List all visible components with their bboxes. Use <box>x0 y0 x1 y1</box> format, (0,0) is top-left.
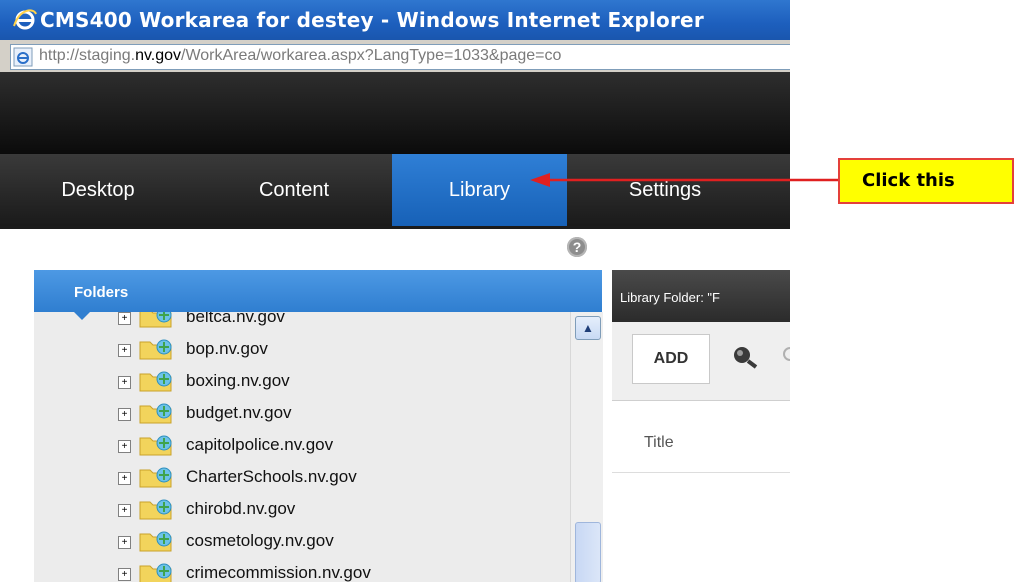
address-bar: http://staging.nv.gov/WorkArea/workarea.… <box>0 40 790 73</box>
title-column-header[interactable]: Title <box>612 400 790 473</box>
tree-item[interactable]: + boxing.nv.gov <box>34 366 570 398</box>
folder-icon <box>139 563 172 582</box>
folder-tree: + beltca.nv.gov + bop.nv.gov + boxing.nv… <box>34 312 570 582</box>
expand-icon[interactable]: + <box>118 504 131 517</box>
folder-icon <box>139 499 172 520</box>
expand-icon[interactable]: + <box>118 344 131 357</box>
library-folder-title: Library Folder: "F <box>620 290 720 305</box>
address-field[interactable]: http://staging.nv.gov/WorkArea/workarea.… <box>10 44 790 70</box>
expand-icon[interactable]: + <box>118 536 131 549</box>
expand-icon[interactable]: + <box>118 472 131 485</box>
ie-logo-icon <box>13 9 37 30</box>
folder-icon <box>139 467 172 488</box>
folder-icon <box>139 403 172 424</box>
tree-item[interactable]: + beltca.nv.gov <box>34 312 570 334</box>
browser-window: CMS400 Workarea for destey - Windows Int… <box>0 0 790 582</box>
expand-icon[interactable]: + <box>118 568 131 581</box>
folders-header: Folders <box>34 270 602 312</box>
expand-icon[interactable]: + <box>118 440 131 453</box>
help-icon[interactable]: ? <box>567 237 587 257</box>
folders-panel: Folders + beltca.nv.gov + bop.nv.gov + b… <box>34 270 603 582</box>
folder-icon <box>139 435 172 456</box>
folder-icon <box>139 531 172 552</box>
tab-content[interactable]: Content <box>196 154 392 226</box>
tree-item[interactable]: + cosmetology.nv.gov <box>34 526 570 558</box>
folder-scrollbar[interactable]: ▲ <box>570 312 603 582</box>
tab-desktop[interactable]: Desktop <box>0 154 196 226</box>
tree-item[interactable]: + crimecommission.nv.gov <box>34 558 570 582</box>
scroll-up-icon[interactable]: ▲ <box>575 316 601 340</box>
window-title: CMS400 Workarea for destey - Windows Int… <box>40 8 704 32</box>
tree-item[interactable]: + CharterSchools.nv.gov <box>34 462 570 494</box>
tree-item[interactable]: + bop.nv.gov <box>34 334 570 366</box>
folder-icon <box>139 312 172 328</box>
folder-icon <box>139 339 172 360</box>
tree-item[interactable]: + capitolpolice.nv.gov <box>34 430 570 462</box>
tool-icon[interactable] <box>782 346 790 366</box>
expand-icon[interactable]: + <box>118 312 131 325</box>
library-header: Library Folder: "F <box>612 270 790 322</box>
folder-icon <box>139 371 172 392</box>
annotation-callout: Click this <box>838 158 1014 204</box>
tree-item[interactable]: + budget.nv.gov <box>34 398 570 430</box>
library-toolbar: ADD <box>612 322 790 401</box>
scroll-thumb[interactable] <box>575 522 601 582</box>
library-panel: Library Folder: "F ADD Title <box>612 270 790 582</box>
annotation-arrow <box>530 173 838 187</box>
expand-icon[interactable]: + <box>118 408 131 421</box>
address-url: http://staging.nv.gov/WorkArea/workarea.… <box>39 47 562 64</box>
search-tool-icon[interactable] <box>730 344 762 370</box>
expand-icon[interactable]: + <box>118 376 131 389</box>
folders-title: Folders <box>74 284 129 301</box>
ie-page-icon <box>13 47 33 67</box>
header-pointer <box>74 312 90 320</box>
add-button[interactable]: ADD <box>632 334 710 384</box>
window-titlebar: CMS400 Workarea for destey - Windows Int… <box>0 0 790 40</box>
app-top-bar <box>0 72 790 154</box>
tree-item[interactable]: + chirobd.nv.gov <box>34 494 570 526</box>
